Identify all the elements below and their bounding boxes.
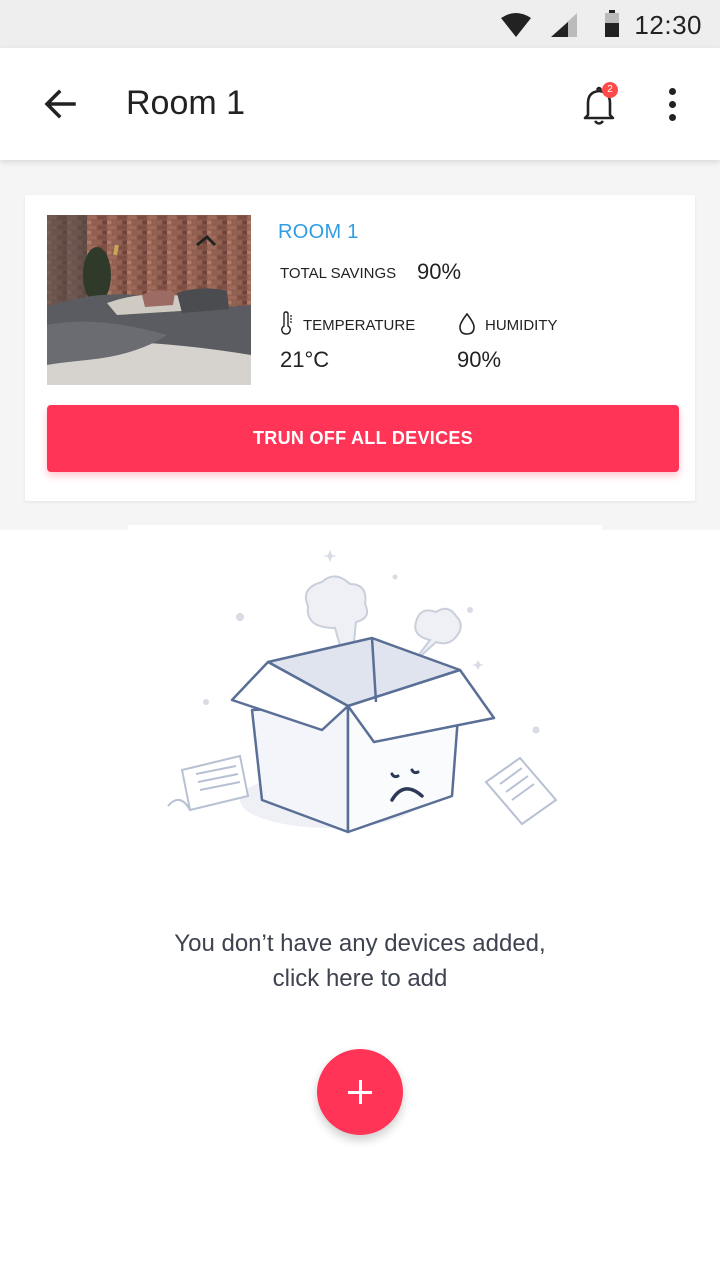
more-options-button[interactable] [660,88,684,128]
temperature-value: 21°C [280,347,330,372]
empty-message-line2: click here to add [272,965,448,992]
more-vert-icon [660,88,684,121]
signal-icon [551,13,577,37]
thermometer-icon [281,311,292,335]
status-time: 12:30 [634,10,702,40]
app-bar: Room 1 2 [0,48,720,160]
notification-badge: 2 [602,82,618,98]
turn-off-all-devices-button[interactable]: TRUN OFF ALL DEVICES [47,405,679,472]
humidity-label: HUMIDITY [485,317,558,334]
back-button[interactable] [40,86,80,122]
room-photo [47,215,251,385]
add-device-button[interactable] [317,1049,403,1135]
battery-icon [605,10,619,37]
back-arrow-icon [44,89,76,119]
humidity-value: 90% [457,347,502,372]
empty-box-illustration [167,550,558,834]
total-savings-value: 90% [417,259,462,284]
humidity-drop-icon [459,313,475,335]
empty-message-line1: You don’t have any devices added, [174,930,546,957]
total-savings-label: TOTAL SAVINGS [280,265,397,282]
wifi-icon [501,13,531,37]
notifications-button[interactable]: 2 [580,82,620,126]
empty-state-message[interactable]: You don’t have any devices added, click … [0,926,720,996]
page-title: Room 1 [126,84,246,122]
room-card: ROOM 1 TOTAL SAVINGS 90% TEMPERATURE 21°… [25,195,695,501]
room-name: ROOM 1 [278,221,359,243]
temperature-label: TEMPERATURE [303,317,416,334]
status-bar: 12:30 [0,0,720,48]
